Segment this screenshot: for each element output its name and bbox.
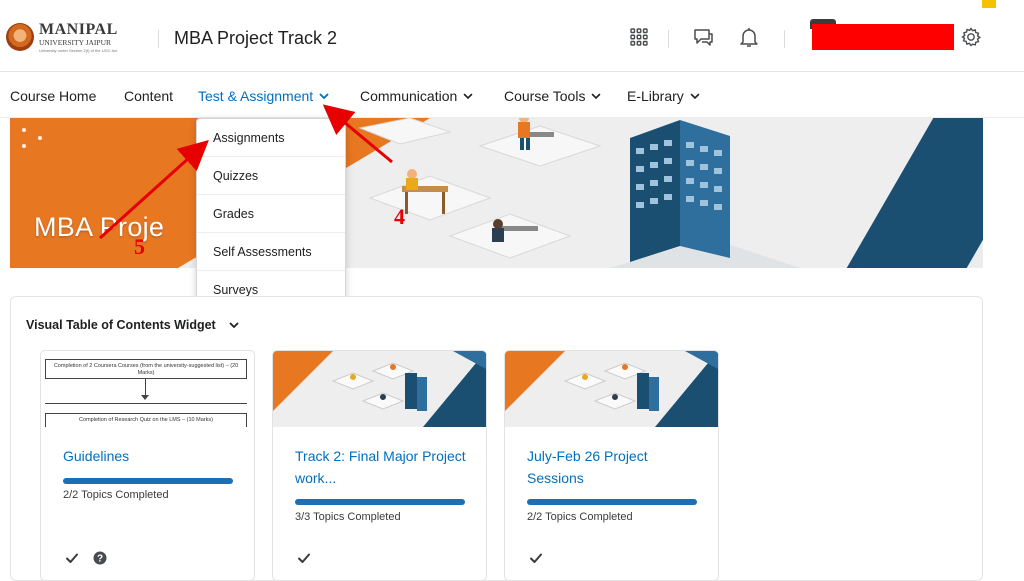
redacted-user-name[interactable] — [812, 24, 954, 50]
gear-icon[interactable] — [958, 24, 984, 50]
checkmark-icon — [530, 553, 542, 563]
card-progress-bar — [527, 499, 697, 505]
nav-test-assignment[interactable]: Test & Assignment — [198, 88, 330, 104]
nav-label: Course Tools — [504, 88, 586, 104]
nav-course-tools[interactable]: Course Tools — [504, 88, 602, 104]
widget-title[interactable]: Visual Table of Contents Widget — [26, 318, 240, 332]
menu-item-label: Grades — [213, 207, 254, 221]
card-status: 2/2 Topics Completed — [527, 511, 633, 523]
apps-grid-icon[interactable] — [626, 24, 652, 50]
test-assignment-dropdown: Assignments Quizzes Grades Self Assessme… — [196, 118, 346, 313]
menu-item-grades[interactable]: Grades — [197, 195, 345, 233]
menu-item-assignments[interactable]: Assignments — [197, 119, 345, 157]
checkmark-icon — [298, 553, 310, 563]
toc-card-project-sessions[interactable]: July-Feb 26 Project Sessions 2/2 Topics … — [504, 350, 719, 581]
nav-label: Communication — [360, 88, 458, 104]
nav-course-home[interactable]: Course Home — [10, 88, 96, 104]
annotation-step-4: 4 — [394, 204, 405, 229]
chevron-down-icon — [592, 93, 601, 100]
checkmark-icon — [66, 553, 78, 563]
card-title[interactable]: July-Feb 26 Project Sessions — [527, 445, 707, 489]
logo-tagline: University under Section 2(f) of the UGC… — [39, 47, 118, 53]
menu-item-self-assessments[interactable]: Self Assessments — [197, 233, 345, 271]
card-image-banner — [505, 351, 718, 427]
logo-sub-text: UNIVERSITY JAIPUR — [39, 38, 112, 47]
office-illustration — [358, 118, 800, 268]
card-progress-bar — [63, 478, 233, 484]
course-title[interactable]: MBA Project Track 2 — [174, 28, 337, 49]
card-status: 2/2 Topics Completed — [63, 489, 169, 501]
menu-item-label: Assignments — [213, 131, 285, 145]
card-image-banner — [273, 351, 486, 427]
help-icon[interactable]: ? — [93, 551, 107, 565]
menu-item-label: Quizzes — [213, 169, 259, 183]
toc-card-guidelines[interactable]: Completion of 2 Coursera Courses (from t… — [40, 350, 255, 581]
chevron-down-icon — [229, 322, 239, 329]
toc-card-track2[interactable]: Track 2: Final Major Project work... 3/3… — [272, 350, 487, 581]
card-image-flowchart: Completion of 2 Coursera Courses (from t… — [41, 351, 254, 427]
nav-e-library[interactable]: E-Library — [627, 88, 701, 104]
nav-content[interactable]: Content — [124, 88, 173, 104]
chevron-down-icon — [690, 93, 700, 100]
annotation-step-5: 5 — [134, 234, 145, 259]
message-icon[interactable] — [690, 24, 716, 50]
university-seal-icon — [6, 23, 34, 52]
course-navbar: Course Home Content Test & Assignment Co… — [0, 74, 1024, 118]
nav-communication[interactable]: Communication — [360, 88, 474, 104]
menu-item-label: Surveys — [213, 283, 259, 297]
chevron-down-icon — [463, 93, 473, 100]
university-logo[interactable]: MANIPAL UNIVERSITY JAIPUR University und… — [6, 22, 118, 53]
nav-label: Test & Assignment — [198, 88, 314, 104]
corner-marker — [982, 0, 996, 8]
logo-main-text: MANIPAL — [39, 21, 118, 38]
nav-label: Course Home — [10, 88, 97, 104]
nav-label: Content — [124, 88, 174, 104]
chevron-down-icon — [319, 93, 329, 100]
header-divider — [158, 30, 159, 48]
menu-item-quizzes[interactable]: Quizzes — [197, 157, 345, 195]
svg-text:?: ? — [97, 554, 103, 565]
card-progress-bar — [295, 499, 465, 505]
flow-box-bottom: Completion of Research Quiz on the LMS –… — [45, 413, 247, 427]
header-divider — [668, 30, 669, 48]
widget-title-text: Visual Table of Contents Widget — [26, 318, 216, 332]
flow-box-top: Completion of 2 Coursera Courses (from t… — [45, 359, 247, 379]
bell-icon[interactable] — [736, 24, 762, 50]
card-status: 3/3 Topics Completed — [295, 511, 401, 523]
menu-item-label: Self Assessments — [213, 245, 312, 259]
course-banner-image — [10, 118, 983, 268]
header-divider — [784, 30, 785, 48]
card-title[interactable]: Track 2: Final Major Project work... — [295, 445, 475, 489]
card-title[interactable]: Guidelines — [63, 445, 243, 467]
nav-label: E-Library — [627, 88, 684, 104]
top-header: MANIPAL UNIVERSITY JAIPUR University und… — [0, 0, 1024, 72]
